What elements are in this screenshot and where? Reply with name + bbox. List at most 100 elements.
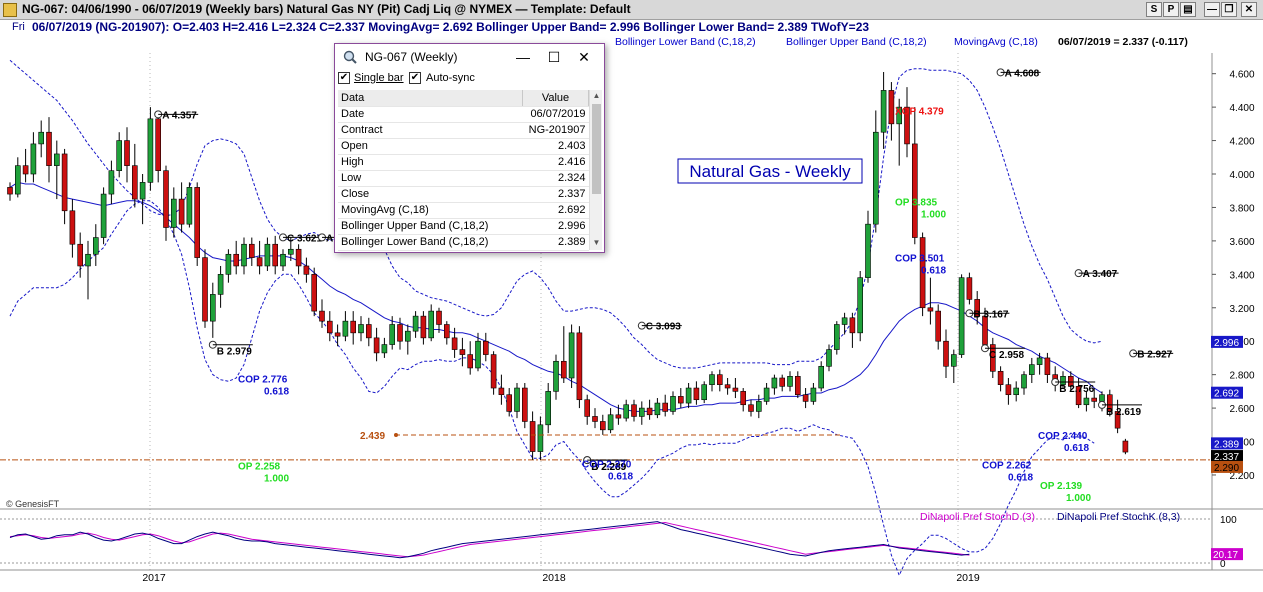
price-tick-label: 3.800 <box>1229 203 1254 214</box>
price-tick-label: 4.200 <box>1229 137 1254 148</box>
minimize-icon[interactable]: — <box>511 47 535 67</box>
level-ratio: 0.618 <box>608 471 633 482</box>
candle-body <box>943 340 949 367</box>
candle-up <box>545 383 552 434</box>
candle-body <box>108 170 115 195</box>
candle-down <box>365 317 372 347</box>
close-button[interactable]: ✕ <box>1241 2 1257 17</box>
candle-down <box>77 232 83 278</box>
legend-item: Bollinger Upper Band (C,18,2) <box>786 36 927 48</box>
s-button[interactable]: S <box>1146 2 1162 17</box>
genesis-credit: © GenesisFT <box>6 499 60 509</box>
pivot-label: C 2.958 <box>989 350 1024 361</box>
candle-down <box>334 324 341 347</box>
candle-up <box>771 374 778 395</box>
row-label: MovingAvg (C,18) <box>338 202 523 219</box>
candle-down <box>132 143 138 208</box>
candle-body <box>506 394 513 412</box>
candle-down <box>443 321 450 345</box>
candle-body <box>818 365 825 389</box>
layout-button[interactable]: ▤ <box>1180 2 1196 17</box>
pivot-label: A 4.608 <box>1005 68 1040 79</box>
stoch-tick-label: 100 <box>1220 515 1237 526</box>
candle-up <box>38 120 45 158</box>
candle-up <box>30 132 37 183</box>
candle-body <box>171 198 177 228</box>
scroll-thumb[interactable] <box>592 104 601 194</box>
auto-sync-checkbox[interactable]: ✔ <box>409 72 421 84</box>
maximize-button[interactable]: ❐ <box>1221 2 1237 17</box>
p-button[interactable]: P <box>1163 2 1179 17</box>
level-ratio: 0.618 <box>264 387 289 398</box>
price-chart[interactable]: 2.439A 4.357B 2.979C 3.621A 3.621B 2.289… <box>0 35 1263 592</box>
candle-body <box>755 401 762 412</box>
candle-down <box>646 399 653 420</box>
candle-body <box>529 421 536 452</box>
candle-body <box>833 324 840 350</box>
price-tick-label: 2.800 <box>1229 371 1254 382</box>
candle-body <box>888 90 895 125</box>
minimize-button[interactable]: — <box>1204 2 1220 17</box>
single-bar-checkbox[interactable]: ✔ <box>338 72 350 84</box>
scroll-down-icon[interactable]: ▼ <box>592 238 601 248</box>
candle-up <box>553 354 559 400</box>
candle-up <box>412 311 419 338</box>
candle-down <box>584 394 591 425</box>
maximize-icon[interactable]: ☐ <box>542 47 566 67</box>
candle-body <box>677 396 684 404</box>
candle-down <box>521 383 528 429</box>
candle-body <box>350 320 357 334</box>
candle-body <box>61 153 68 212</box>
candle-body <box>997 371 1004 385</box>
row-value: 2.996 <box>522 218 589 235</box>
candle-body <box>584 399 591 417</box>
candle-body <box>740 391 747 406</box>
last-value-text: 2.996 <box>1214 338 1239 349</box>
candle-body <box>163 170 169 228</box>
scroll-up-icon[interactable]: ▲ <box>592 91 601 101</box>
candle-body <box>443 324 450 339</box>
candle-up <box>1029 357 1035 384</box>
candle-down <box>693 381 700 405</box>
candle-body <box>880 90 887 133</box>
candle-up <box>93 224 99 266</box>
candle-body <box>521 387 528 422</box>
legend-last: 06/07/2019 = 2.337 (-0.117) <box>1058 36 1188 48</box>
candle-body <box>46 131 52 166</box>
candle-body <box>412 315 419 332</box>
candle-up <box>607 408 614 434</box>
candle-down <box>249 237 255 266</box>
candle-down <box>498 374 505 405</box>
row-label: Bollinger Lower Band (C,18,2) <box>338 234 523 251</box>
candle-down <box>490 351 497 395</box>
candle-up <box>1036 352 1043 375</box>
candle-down <box>592 408 598 429</box>
candle-body <box>553 360 559 392</box>
candle-up <box>217 265 224 308</box>
data-window-scrollbar[interactable]: ▲ ▼ <box>589 90 602 250</box>
table-row: Contract NG-201907 <box>338 122 589 139</box>
candle-up <box>381 337 388 358</box>
data-window[interactable]: NG-067 (Weekly) — ☐ ✕ ✔ Single bar ✔ Aut… <box>334 43 605 253</box>
app-icon <box>3 3 17 17</box>
candle-up <box>514 383 520 419</box>
row-value: 06/07/2019 <box>522 106 589 123</box>
level-ratio: 1.000 <box>1066 493 1091 504</box>
candle-body <box>685 387 692 404</box>
close-icon[interactable]: ✕ <box>572 47 596 67</box>
candle-body <box>287 248 294 255</box>
info-text: 06/07/2019 (NG-201907): O=2.403 H=2.416 … <box>32 20 870 34</box>
data-window-titlebar[interactable]: NG-067 (Weekly) — ☐ ✕ <box>335 44 604 70</box>
year-label: 2017 <box>142 572 166 584</box>
candle-body <box>303 265 310 275</box>
candle-down <box>256 240 263 275</box>
candle-up <box>865 210 871 283</box>
candle-up <box>818 361 825 392</box>
candle-up <box>210 282 216 338</box>
candle-up <box>826 344 832 372</box>
candle-up <box>85 240 91 300</box>
annotations: 2.439A 4.357B 2.979C 3.621A 3.621B 2.289… <box>154 68 1174 504</box>
candle-up <box>857 270 864 342</box>
candle-body <box>1099 394 1105 402</box>
candle-body <box>365 324 372 339</box>
